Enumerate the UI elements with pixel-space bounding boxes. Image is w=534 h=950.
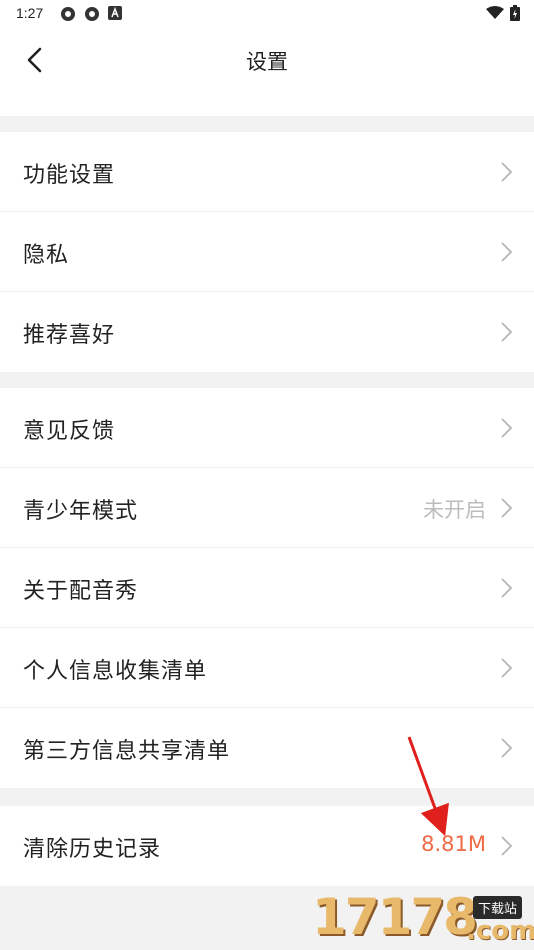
- watermark-logo: 17178 下载站 .com: [306, 888, 534, 950]
- watermark-domain: .com: [466, 916, 534, 946]
- watermark-digits: 17178: [312, 888, 478, 946]
- annotation-arrow-icon: [407, 736, 449, 837]
